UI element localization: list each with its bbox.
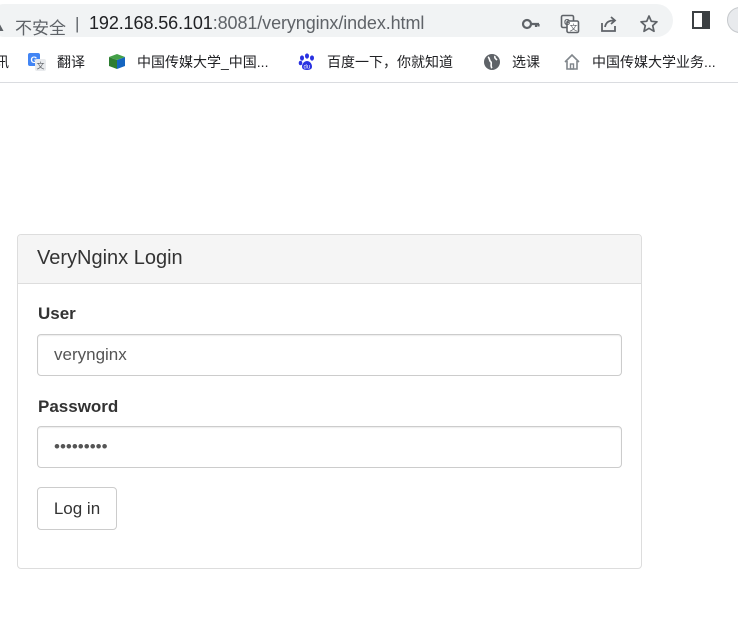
user-label: User xyxy=(38,304,76,323)
security-status-label[interactable]: 不安全 xyxy=(15,14,66,39)
bookmarks-bar: 讯 G 文 翻译 中国传媒大学_中国... du 百度一下，你就知道 选课 中国… xyxy=(0,40,738,83)
omnibox[interactable]: 不安全 | 192.168.56.101:8081/verynginx/inde… xyxy=(0,4,673,39)
warning-icon[interactable] xyxy=(0,16,4,32)
google-translate-icon: G 文 xyxy=(28,53,46,71)
cuc-library-icon xyxy=(109,54,125,69)
svg-text:文: 文 xyxy=(570,23,578,33)
bookmark-label: 中国传媒大学业务... xyxy=(592,54,716,70)
bookmark-item[interactable]: 讯 xyxy=(0,52,9,72)
bookmark-item[interactable]: G 文 翻译 xyxy=(28,52,85,72)
bookmark-label: 百度一下，你就知道 xyxy=(327,54,453,70)
bookmark-item[interactable]: 选课 xyxy=(483,52,540,72)
url-path: :8081/verynginx/index.html xyxy=(212,13,425,33)
sidepanel-icon[interactable] xyxy=(691,10,711,30)
bookmark-item[interactable]: 中国传媒大学_中国... xyxy=(108,52,268,72)
browser-toolbar: 不安全 | 192.168.56.101:8081/verynginx/inde… xyxy=(0,0,738,40)
share-icon[interactable] xyxy=(599,14,619,34)
url-text[interactable]: 192.168.56.101:8081/verynginx/index.html xyxy=(89,13,424,34)
translate-icon[interactable]: G 文 xyxy=(560,14,580,34)
bookmark-label: 选课 xyxy=(512,54,540,70)
url-separator: | xyxy=(75,14,80,33)
url-host: 192.168.56.101 xyxy=(89,13,213,33)
globe-icon xyxy=(484,54,500,70)
bookmark-item[interactable]: 中国传媒大学业务... xyxy=(563,52,716,72)
bookmark-label: 讯 xyxy=(0,54,9,70)
svg-text:文: 文 xyxy=(37,61,45,71)
username-input[interactable] xyxy=(37,334,622,376)
bookmark-label: 中国传媒大学_中国... xyxy=(137,54,269,70)
password-label: Password xyxy=(38,397,119,416)
svg-text:du: du xyxy=(304,65,311,71)
login-button[interactable]: Log in xyxy=(37,487,117,530)
bookmark-item[interactable]: du 百度一下，你就知道 xyxy=(298,52,453,72)
profile-avatar-icon[interactable] xyxy=(727,7,738,33)
key-icon[interactable] xyxy=(521,14,541,34)
home-icon xyxy=(564,53,580,70)
password-input[interactable] xyxy=(37,426,622,468)
baidu-paw-icon: du xyxy=(298,53,314,71)
login-panel: VeryNginx Login User Password Log in xyxy=(17,234,642,569)
bookmark-label: 翻译 xyxy=(57,54,85,70)
login-panel-title: VeryNginx Login xyxy=(18,235,641,284)
star-icon[interactable] xyxy=(639,14,659,34)
